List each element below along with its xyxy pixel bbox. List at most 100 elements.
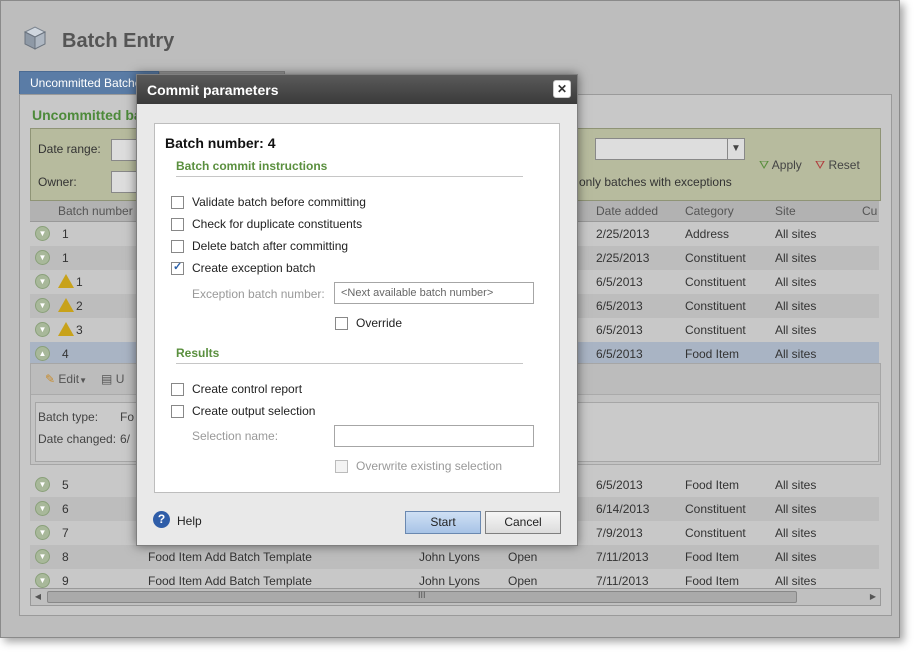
batch-number-cell: 6 xyxy=(62,502,69,516)
selection-name-label: Selection name: xyxy=(192,429,279,443)
chevron-down-icon[interactable]: ▼ xyxy=(35,298,50,313)
control-report-label[interactable]: Create control report xyxy=(192,382,302,396)
chevron-down-icon[interactable]: ▼ xyxy=(35,573,50,588)
site-cell: All sites xyxy=(775,347,817,361)
col-batch-number[interactable]: Batch number xyxy=(58,204,133,218)
exception-batch-number-input[interactable]: <Next available batch number> xyxy=(334,282,534,304)
dialog-body: Batch number: 4 Batch commit instruction… xyxy=(154,123,560,493)
category-cell: Constituent xyxy=(685,323,746,337)
warning-icon xyxy=(58,298,74,312)
chevron-down-icon[interactable]: ▼ xyxy=(35,322,50,337)
output-selection-label[interactable]: Create output selection xyxy=(192,404,315,418)
warning-icon xyxy=(58,274,74,288)
template-cell: Food Item Add Batch Template xyxy=(148,574,312,588)
table-row[interactable]: ▼ 8 Food Item Add Batch Template John Lyons… xyxy=(30,545,879,569)
batch-number-cell: 1 xyxy=(62,251,69,265)
cancel-button[interactable]: Cancel xyxy=(485,511,561,534)
date-changed-value: 6/ xyxy=(120,432,131,446)
scroll-left-icon[interactable]: ◀ xyxy=(31,589,45,605)
category-cell: Constituent xyxy=(685,526,746,540)
chevron-down-icon[interactable]: ▼ xyxy=(35,250,50,265)
col-site[interactable]: Site xyxy=(775,204,796,218)
filter-dropdown[interactable]: ▼ xyxy=(595,138,745,160)
batch-number-cell: 8 xyxy=(62,550,69,564)
chevron-down-icon[interactable]: ▼ xyxy=(35,501,50,516)
batch-number-cell: 1 xyxy=(76,275,83,289)
only-exceptions-label[interactable]: only batches with exceptions xyxy=(579,175,732,189)
category-cell: Food Item xyxy=(685,574,740,588)
date-added-cell: 7/11/2013 xyxy=(596,574,649,588)
date-range-label: Date range: xyxy=(38,142,101,156)
close-icon[interactable]: ✕ xyxy=(553,80,571,98)
col-cu[interactable]: Cu xyxy=(862,204,877,218)
chevron-down-icon[interactable]: ▼ xyxy=(35,549,50,564)
batch-number-cell: 4 xyxy=(62,347,69,361)
col-category[interactable]: Category xyxy=(685,204,734,218)
category-cell: Constituent xyxy=(685,251,746,265)
override-checkbox[interactable] xyxy=(335,317,348,330)
delete-batch-label[interactable]: Delete batch after committing xyxy=(192,239,348,253)
output-selection-checkbox[interactable] xyxy=(171,405,184,418)
apply-icon: ⛛ xyxy=(759,158,770,172)
delete-batch-checkbox[interactable] xyxy=(171,240,184,253)
reset-button[interactable]: ⛛ Reset xyxy=(815,158,860,173)
exception-batch-placeholder: <Next available batch number> xyxy=(341,287,494,299)
template-cell: Food Item Add Batch Template xyxy=(148,550,312,564)
batch-number-value: 4 xyxy=(267,135,276,151)
date-added-cell: 6/5/2013 xyxy=(596,478,643,492)
col-date-added[interactable]: Date added xyxy=(596,204,658,218)
category-cell: Food Item xyxy=(685,550,740,564)
selection-name-input[interactable] xyxy=(334,425,534,447)
date-changed-label: Date changed: xyxy=(38,432,117,446)
apply-button[interactable]: ⛛ Apply xyxy=(759,158,802,173)
category-cell: Constituent xyxy=(685,299,746,313)
category-cell: Address xyxy=(685,227,730,241)
override-label[interactable]: Override xyxy=(356,316,402,330)
update-label: U xyxy=(115,372,125,386)
batch-number: Batch number: 4 xyxy=(165,135,275,151)
site-cell: All sites xyxy=(775,251,817,265)
chevron-down-icon[interactable]: ▼ xyxy=(35,226,50,241)
control-report-checkbox[interactable] xyxy=(171,383,184,396)
scroll-thumb[interactable]: III xyxy=(47,590,797,603)
validate-label[interactable]: Validate batch before committing xyxy=(192,195,366,209)
batch-entry-icon xyxy=(23,26,47,50)
horizontal-scrollbar[interactable]: ◀ III ▶ xyxy=(30,588,881,606)
overwrite-checkbox[interactable] xyxy=(335,460,348,473)
exception-batch-checkbox[interactable] xyxy=(171,260,184,275)
batch-number-cell: 3 xyxy=(76,323,83,337)
chevron-down-icon[interactable]: ▼ xyxy=(35,477,50,492)
batch-number-label: Batch number: xyxy=(165,135,264,151)
date-added-cell: 6/5/2013 xyxy=(596,347,643,361)
site-cell: All sites xyxy=(775,574,817,588)
batch-number-cell: 2 xyxy=(76,299,83,313)
date-added-cell: 6/5/2013 xyxy=(596,299,643,313)
help-icon[interactable]: ? xyxy=(153,511,170,528)
exception-batch-label[interactable]: Create exception batch xyxy=(192,261,315,275)
date-added-cell: 2/25/2013 xyxy=(596,227,650,241)
site-cell: All sites xyxy=(775,323,817,337)
dialog-title: Commit parameters xyxy=(147,82,279,98)
scroll-right-icon[interactable]: ▶ xyxy=(866,589,880,605)
owner-label: Owner: xyxy=(38,175,77,189)
reset-icon: ⛛ xyxy=(815,158,826,172)
chevron-down-icon[interactable]: ▼ xyxy=(35,274,50,289)
batch-number-cell: 1 xyxy=(62,227,69,241)
results-heading: Results xyxy=(176,346,220,360)
chevron-up-icon[interactable]: ▲ xyxy=(35,346,50,361)
validate-checkbox[interactable] xyxy=(171,196,184,209)
edit-button[interactable]: ✎ Edit▼ xyxy=(45,372,87,386)
category-cell: Food Item xyxy=(685,347,740,361)
duplicate-check-checkbox[interactable] xyxy=(171,218,184,231)
batch-number-cell: 7 xyxy=(62,526,69,540)
chevron-down-icon[interactable]: ▼ xyxy=(35,525,50,540)
duplicate-check-label[interactable]: Check for duplicate constituents xyxy=(192,217,362,231)
update-button[interactable]: ▤ U xyxy=(101,372,124,386)
help-link[interactable]: Help xyxy=(177,514,202,528)
start-button[interactable]: Start xyxy=(405,511,481,534)
dialog-header: Commit parameters ✕ xyxy=(137,75,577,104)
edit-label: Edit xyxy=(58,372,80,386)
date-added-cell: 7/9/2013 xyxy=(596,526,643,540)
site-cell: All sites xyxy=(775,275,817,289)
warning-icon xyxy=(58,322,74,336)
